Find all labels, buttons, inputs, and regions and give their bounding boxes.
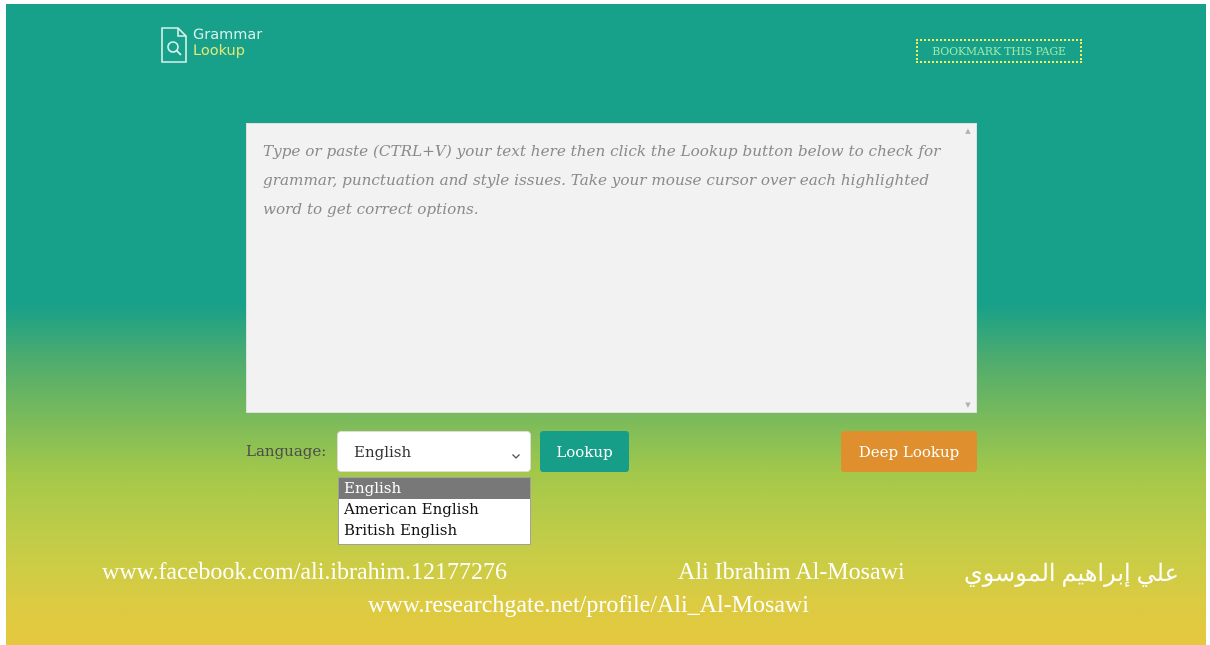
logo-text-lookup: Lookup bbox=[193, 43, 245, 59]
document-search-icon bbox=[160, 22, 190, 64]
logo-text-grammar: Grammar bbox=[193, 27, 263, 43]
text-input-placeholder: Type or paste (CTRL+V) your text here th… bbox=[263, 142, 941, 218]
language-dropdown-list: English American English British English bbox=[338, 477, 531, 545]
watermark-arabic-name: علي إبراهيم الموسوي bbox=[964, 561, 1179, 587]
bookmark-page-button[interactable]: BOOKMARK THIS PAGE bbox=[916, 39, 1082, 63]
chevron-down-icon bbox=[511, 446, 521, 459]
deep-lookup-button[interactable]: Deep Lookup bbox=[841, 431, 977, 472]
watermark-name: Ali Ibrahim Al-Mosawi bbox=[678, 559, 905, 585]
scroll-down-arrow-icon[interactable]: ▼ bbox=[963, 400, 973, 410]
language-option-american-english[interactable]: American English bbox=[339, 499, 530, 520]
language-select-value: English bbox=[354, 443, 412, 461]
scroll-up-arrow-icon[interactable]: ▲ bbox=[963, 126, 973, 136]
language-option-british-english[interactable]: British English bbox=[339, 520, 530, 541]
watermark-researchgate: www.researchgate.net/profile/Ali_Al-Mosa… bbox=[368, 592, 809, 618]
watermark-facebook: www.facebook.com/ali.ibrahim.12177276 bbox=[102, 559, 508, 585]
language-option-english[interactable]: English bbox=[339, 478, 530, 499]
page-background: Grammar Lookup BOOKMARK THIS PAGE Type o… bbox=[6, 4, 1206, 645]
text-input-area[interactable]: Type or paste (CTRL+V) your text here th… bbox=[246, 123, 977, 413]
language-select[interactable]: English bbox=[337, 431, 531, 472]
lookup-button[interactable]: Lookup bbox=[540, 431, 629, 472]
language-label: Language: bbox=[246, 442, 327, 460]
app-logo[interactable]: Grammar Lookup bbox=[160, 22, 262, 64]
